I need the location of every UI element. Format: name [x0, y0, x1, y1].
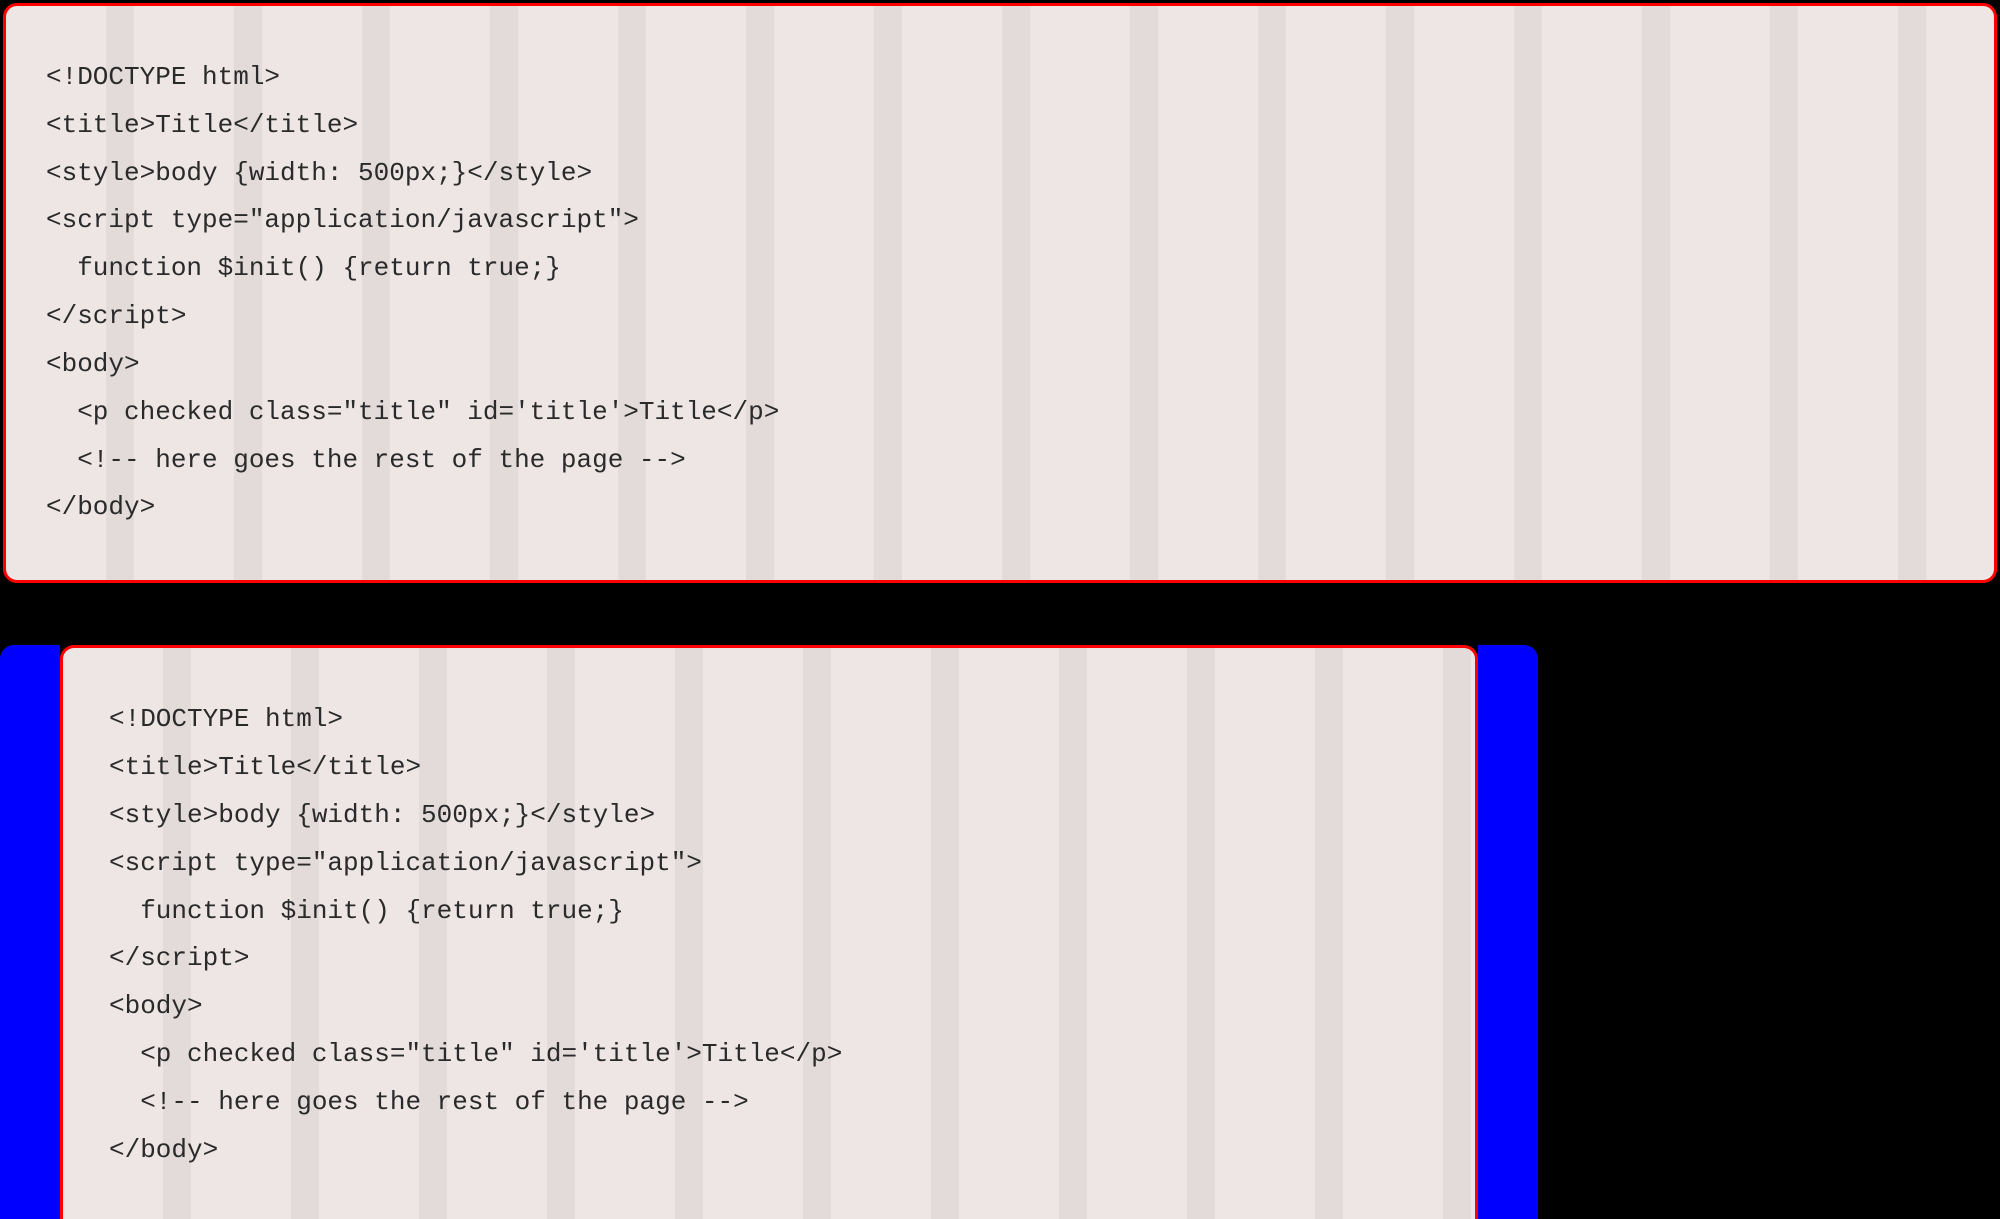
blue-margin-left [0, 645, 60, 1219]
code-block-top: <!DOCTYPE html> <title>Title</title> <st… [3, 3, 1997, 583]
blue-margin-right [1478, 645, 1538, 1219]
code-block-bottom: <!DOCTYPE html> <title>Title</title> <st… [60, 645, 1478, 1219]
code-content: <!DOCTYPE html> <title>Title</title> <st… [109, 704, 842, 1164]
code-content: <!DOCTYPE html> <title>Title</title> <st… [46, 62, 779, 522]
bottom-container: <!DOCTYPE html> <title>Title</title> <st… [0, 645, 1538, 1219]
spacer [0, 583, 2000, 645]
